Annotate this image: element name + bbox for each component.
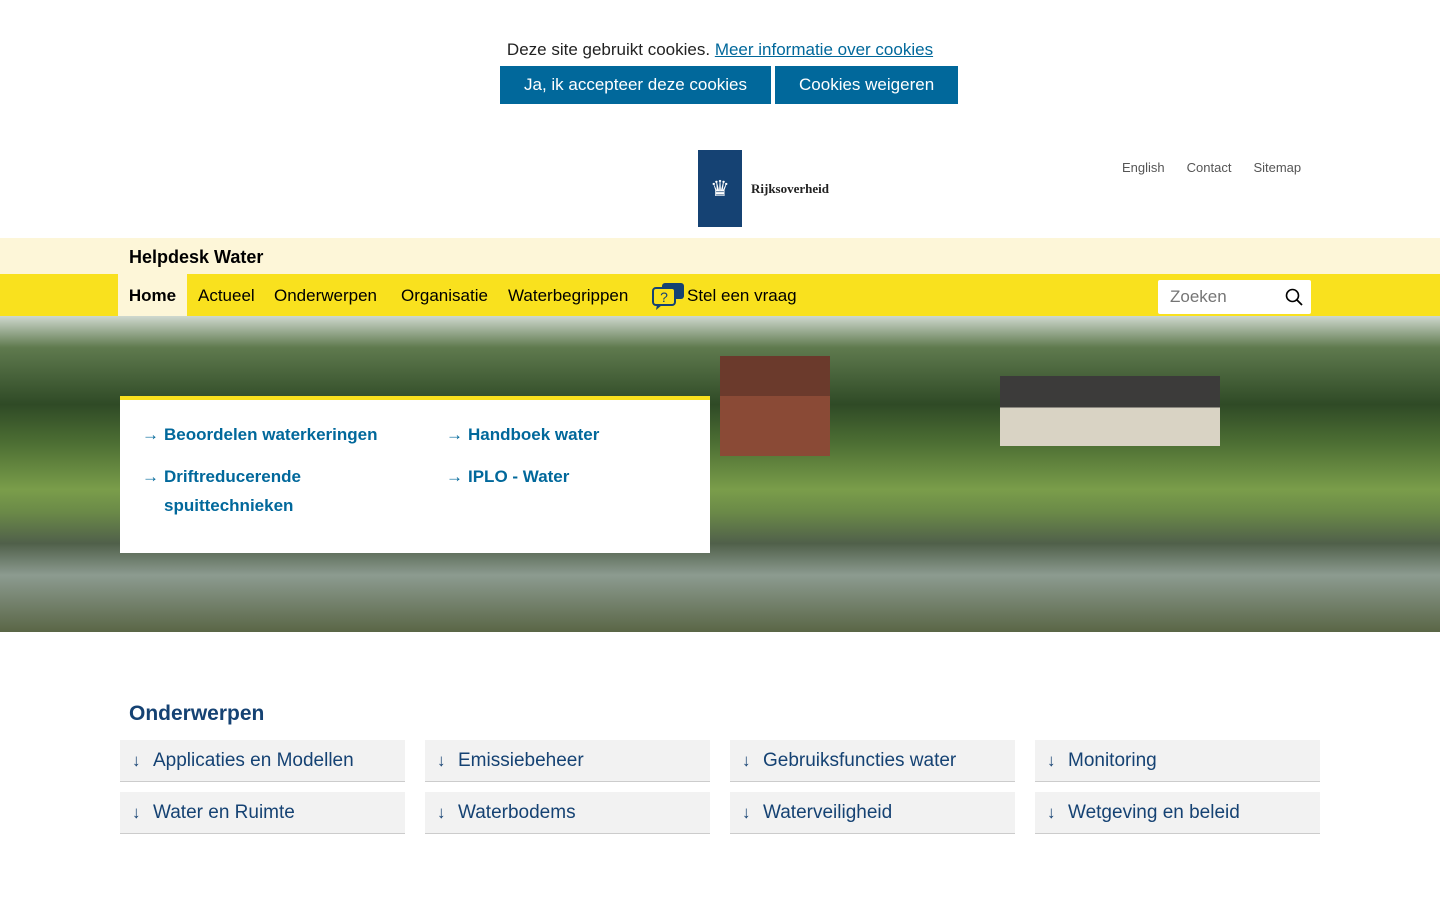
nav-onderwerpen[interactable]: Onderwerpen	[274, 274, 377, 316]
arrow-right-icon: →	[446, 425, 463, 444]
quick-links-card: → Beoordelen waterkeringen → Handboek wate…	[120, 396, 710, 553]
nav-organisatie[interactable]: Organisatie	[401, 274, 488, 316]
topic-tile[interactable]: ↓ Water en Ruimte	[120, 792, 405, 834]
coat-of-arms-icon: ♛	[698, 150, 742, 227]
site-title: Helpdesk Water	[129, 247, 264, 267]
reject-cookies-button[interactable]: Cookies weigeren	[775, 66, 959, 104]
search-icon[interactable]	[1285, 288, 1303, 306]
topics-heading: Onderwerpen	[129, 702, 265, 725]
topic-tile[interactable]: ↓ Waterveiligheid	[730, 792, 1015, 834]
link-sitemap[interactable]: Sitemap	[1253, 160, 1301, 175]
main-nav: Home Actueel Onderwerpen Organisatie Wat…	[0, 274, 1440, 316]
search-box	[1158, 280, 1311, 314]
link-english[interactable]: English	[1122, 160, 1165, 175]
topic-tile[interactable]: ↓ Gebruiksfuncties water	[730, 740, 1015, 782]
quick-link[interactable]: → Beoordelen waterkeringen	[142, 420, 378, 449]
topic-tile[interactable]: ↓ Emissiebeheer	[425, 740, 710, 782]
topic-tile[interactable]: ↓ Monitoring	[1035, 740, 1320, 782]
arrow-right-icon: →	[142, 425, 159, 444]
arrow-down-icon: ↓	[437, 750, 446, 770]
accept-cookies-button[interactable]: Ja, ik accepteer deze cookies	[500, 66, 772, 104]
arrow-down-icon: ↓	[132, 750, 141, 770]
rijksoverheid-logo[interactable]: ♛ Rijksoverheid	[698, 150, 829, 227]
nav-actueel[interactable]: Actueel	[198, 274, 255, 316]
arrow-down-icon: ↓	[1047, 802, 1056, 822]
link-contact[interactable]: Contact	[1187, 160, 1232, 175]
quick-link[interactable]: → IPLO - Water	[446, 462, 569, 491]
logo-text: Rijksoverheid	[751, 180, 829, 196]
arrow-down-icon: ↓	[742, 750, 751, 770]
quick-link[interactable]: → Driftreducerende spuittechnieken	[142, 462, 342, 520]
arrow-right-icon: →	[446, 467, 463, 486]
nav-waterbegrippen[interactable]: Waterbegrippen	[508, 274, 628, 316]
cookie-info-link[interactable]: Meer informatie over cookies	[715, 40, 933, 59]
search-input[interactable]	[1158, 280, 1273, 314]
nav-home[interactable]: Home	[118, 274, 187, 316]
arrow-down-icon: ↓	[437, 802, 446, 822]
arrow-down-icon: ↓	[742, 802, 751, 822]
cookie-banner: Deze site gebruikt cookies. Meer informa…	[0, 40, 1440, 60]
topics-grid: ↓ Applicaties en Modellen ↓ Emissiebeheer …	[120, 740, 1320, 834]
nav-stel-een-vraag[interactable]: Stel een vraag	[687, 274, 797, 316]
arrow-down-icon: ↓	[132, 802, 141, 822]
arrow-down-icon: ↓	[1047, 750, 1056, 770]
arrow-right-icon: →	[142, 467, 159, 486]
topic-tile[interactable]: ↓ Wetgeving en beleid	[1035, 792, 1320, 834]
cookie-text: Deze site gebruikt cookies.	[506, 40, 711, 59]
svg-text:?: ?	[660, 289, 668, 305]
chat-question-icon: ?	[652, 283, 684, 311]
topic-tile[interactable]: ↓ Waterbodems	[425, 792, 710, 834]
topic-tile[interactable]: ↓ Applicaties en Modellen	[120, 740, 405, 782]
quick-link[interactable]: → Handboek water	[446, 420, 599, 449]
